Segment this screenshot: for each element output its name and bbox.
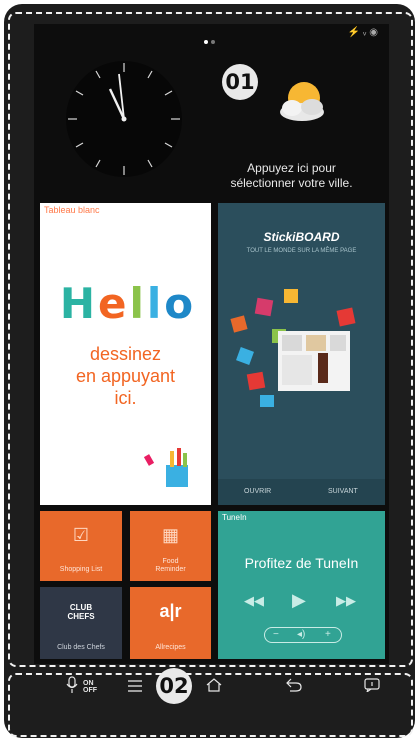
whiteboard-tile-label: Tableau blanc: [44, 205, 100, 215]
allrecipes-tile[interactable]: a|r Allrecipes: [130, 587, 211, 659]
food-reminder-tile[interactable]: ▦ Food Reminder: [130, 511, 211, 581]
play-icon[interactable]: ▶: [292, 590, 306, 611]
back-icon[interactable]: [286, 678, 302, 692]
weather-line-1: Appuyez ici pour: [247, 161, 336, 175]
whiteboard-hint-line-2: en appuyant: [75, 366, 176, 386]
rewind-icon[interactable]: ◀◀: [244, 593, 264, 609]
menu-icon[interactable]: [128, 680, 142, 692]
checklist-icon: ☑: [72, 525, 90, 545]
food-reminder-label-line-2: Reminder: [155, 566, 186, 573]
status-bar: ⚡ᵥ◉: [34, 24, 389, 44]
tunein-title: Profitez de TuneIn: [244, 555, 359, 571]
tunein-tile[interactable]: TuneIn Profitez de TuneIn ◀◀ ▶ ▶▶ − ◂) +: [218, 511, 385, 659]
weather-instruction: Appuyez ici pour sélectionner votre vill…: [204, 161, 379, 191]
allrecipes-label: Allrecipes: [155, 644, 186, 651]
stickiboard-tab-right[interactable]: SUIVANT: [328, 488, 358, 495]
calendar-icon: ▦: [161, 525, 179, 545]
home-screen: ⚡ᵥ◉ 01 Appuyez ici pour sélectionner vot…: [34, 24, 389, 664]
tunein-label: TuneIn: [222, 513, 247, 522]
weather-widget[interactable]: 01 Appuyez ici pour sélectionner votre v…: [204, 64, 389, 204]
status-icons: ⚡ᵥ◉: [347, 27, 381, 38]
recent-icon[interactable]: [364, 678, 380, 692]
club-des-chefs-label: Club des Chefs: [57, 644, 105, 651]
whiteboard-hint-line-3: ici.: [114, 388, 137, 408]
callout-badge-02: 02: [156, 668, 192, 704]
fast-forward-icon[interactable]: ▶▶: [336, 593, 356, 609]
club-des-chefs-logo: CLUB CHEFS: [40, 603, 122, 621]
stickiboard-tab-bar: OUVRIR SUIVANT: [218, 479, 385, 505]
club-logo-line-2: CHEFS: [67, 612, 95, 621]
food-reminder-label-line-1: Food: [162, 558, 179, 565]
analog-clock-widget[interactable]: [64, 54, 184, 184]
volume-control[interactable]: − ◂) +: [264, 627, 342, 643]
mic-off-text: OFF: [83, 687, 97, 694]
weather-line-2: sélectionner votre ville.: [230, 176, 353, 190]
club-logo-line-1: CLUB: [69, 603, 93, 612]
page-indicator: [204, 31, 218, 49]
whiteboard-tile[interactable]: Tableau blanc Hello dessinez en appuyant…: [40, 203, 211, 505]
volume-icon: ◂): [297, 629, 306, 640]
whiteboard-hint-line-1: dessinez: [89, 344, 162, 364]
volume-down-icon[interactable]: −: [273, 628, 279, 642]
pencils-icon: [143, 448, 188, 487]
callout-badge-01: 01: [222, 64, 258, 100]
whiteboard-hint: dessinez en appuyant ici.: [40, 343, 211, 409]
club-des-chefs-tile[interactable]: CLUB CHEFS Club des Chefs: [40, 587, 122, 659]
stickiboard-tile[interactable]: StickiBOARD TOUT LE MONDE SUR LA MÊME PA…: [218, 203, 385, 505]
hello-graphic: Hello: [59, 279, 197, 328]
stickiboard-subtitle: TOUT LE MONDE SUR LA MÊME PAGE: [246, 248, 357, 254]
food-reminder-label: Food Reminder: [130, 558, 211, 574]
stickiboard-title: StickiBOARD: [263, 230, 340, 244]
stickiboard-tab-left[interactable]: OUVRIR: [244, 488, 271, 495]
volume-up-icon[interactable]: +: [325, 628, 331, 642]
playback-controls: ◀◀ ▶ ▶▶: [244, 590, 359, 613]
allrecipes-logo: a|r: [159, 601, 182, 621]
mic-on-text: ON: [83, 680, 94, 687]
sun-cloud-icon: [280, 82, 324, 121]
shopping-list-label: Shopping List: [59, 566, 103, 573]
shopping-list-tile[interactable]: ☑ Shopping List: [40, 511, 122, 581]
mic-toggle-label[interactable]: ON OFF: [83, 680, 97, 694]
home-icon[interactable]: [206, 678, 222, 692]
microphone-icon[interactable]: [66, 676, 78, 694]
sticky-notes-graphic: [230, 289, 356, 407]
